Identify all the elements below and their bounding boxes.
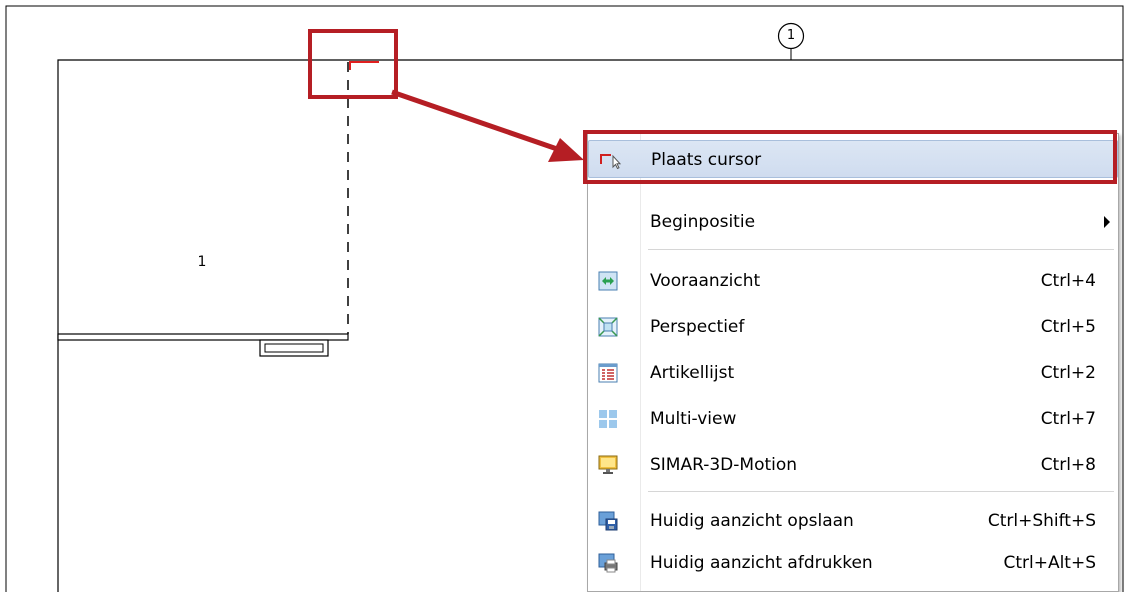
menu-separator [648, 249, 1114, 250]
menu-item-vooraanzicht[interactable]: Vooraanzicht Ctrl+4 [588, 262, 1118, 300]
multi-view-icon [598, 409, 618, 429]
menu-item-shortcut: Ctrl+2 [1040, 363, 1096, 383]
grid-marker-label: 1 [786, 28, 796, 43]
perspective-icon [598, 317, 618, 337]
annotation-arrow-line [391, 89, 561, 153]
room-label: 1 [197, 254, 207, 270]
menu-item-huidig-aanzicht-afdrukken[interactable]: Huidig aanzicht afdrukken Ctrl+Alt+S [588, 544, 1118, 582]
menu-item-label: SIMAR-3D-Motion [650, 455, 798, 475]
menu-item-perspectief[interactable]: Perspectief Ctrl+5 [588, 308, 1118, 346]
menu-item-multi-view[interactable]: Multi-view Ctrl+7 [588, 400, 1118, 438]
menu-item-label: Perspectief [650, 317, 745, 337]
annotation-highlight-corner [308, 29, 398, 99]
print-view-icon [598, 553, 618, 573]
save-view-icon [598, 511, 618, 531]
counter-top [57, 333, 349, 341]
menu-item-shortcut: Ctrl+Alt+S [1003, 553, 1096, 573]
menu-item-label: Huidig aanzicht afdrukken [650, 553, 873, 573]
menu-item-label: Vooraanzicht [650, 271, 761, 291]
menu-item-huidig-aanzicht-opslaan[interactable]: Huidig aanzicht opslaan Ctrl+Shift+S [588, 502, 1118, 540]
annotation-highlight-menu-item [583, 130, 1117, 184]
menu-item-label: Beginpositie [650, 212, 756, 232]
menu-item-shortcut: Ctrl+Shift+S [987, 511, 1096, 531]
menu-item-label: Huidig aanzicht opslaan [650, 511, 854, 531]
menu-item-simar-3d-motion[interactable]: SIMAR-3D-Motion Ctrl+8 [588, 446, 1118, 484]
menu-item-shortcut: Ctrl+5 [1040, 317, 1096, 337]
handle-box [259, 339, 329, 357]
menu-item-shortcut: Ctrl+4 [1040, 271, 1096, 291]
context-menu: Plaats cursor Beginpositie Vooraanzicht … [587, 133, 1119, 592]
menu-item-artikellijst[interactable]: Artikellijst Ctrl+2 [588, 354, 1118, 392]
menu-item-shortcut: Ctrl+7 [1040, 409, 1096, 429]
menu-item-label: Artikellijst [650, 363, 735, 383]
menu-item-beginpositie[interactable]: Beginpositie [588, 203, 1118, 241]
menu-separator [648, 491, 1114, 492]
menu-item-shortcut: Ctrl+8 [1040, 455, 1096, 475]
article-list-icon [598, 363, 618, 383]
submenu-arrow-icon [1104, 216, 1110, 228]
monitor-3d-icon [598, 455, 618, 475]
front-view-icon [598, 271, 618, 291]
menu-item-label: Multi-view [650, 409, 737, 429]
